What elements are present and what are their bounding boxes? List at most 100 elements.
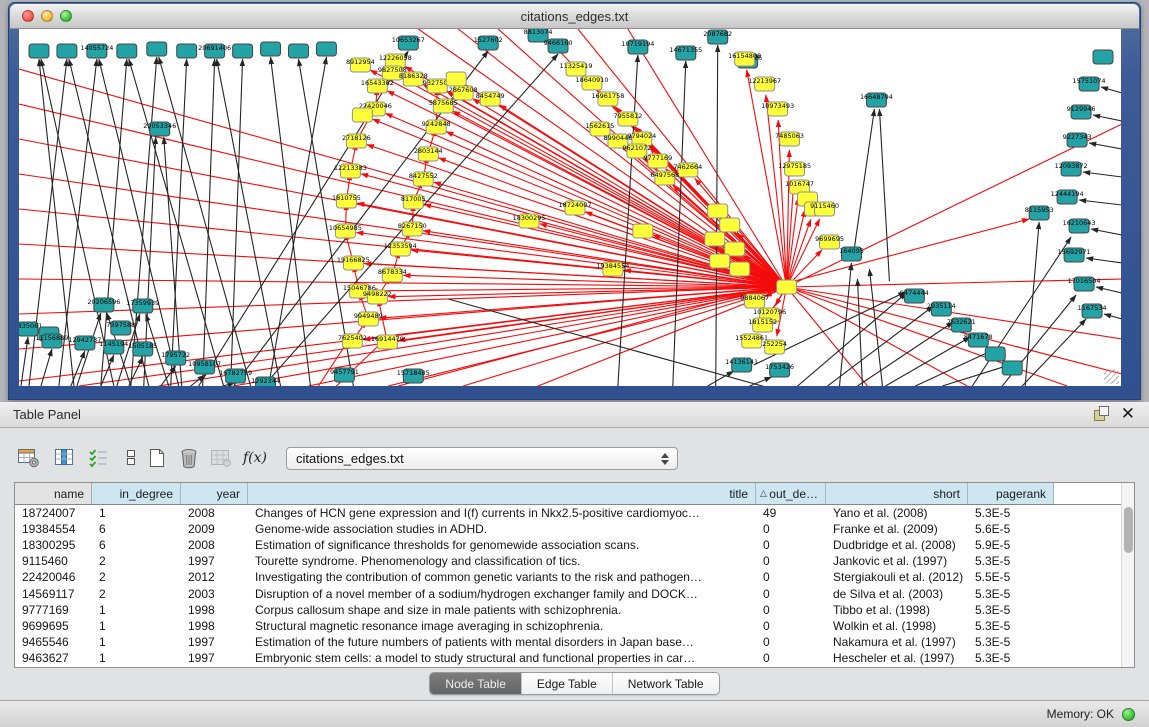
graph-node[interactable]: 8115953 — [1025, 206, 1054, 220]
column-header-short[interactable]: short — [826, 483, 968, 504]
graph-node[interactable]: 19166825 — [337, 256, 370, 270]
close-panel-icon[interactable]: ✕ — [1121, 406, 1135, 421]
graph-node[interactable]: 1815152 — [748, 318, 777, 332]
table-row[interactable]: 2242004622012Investigating the contribut… — [15, 569, 1134, 585]
table-settings-button[interactable] — [14, 444, 44, 472]
graph-node[interactable] — [985, 347, 1005, 361]
graph-node[interactable]: 12444194 — [1051, 190, 1084, 204]
graph-node[interactable]: 10719194 — [621, 40, 654, 54]
graph-node[interactable]: 2718126 — [342, 134, 371, 148]
graph-node[interactable] — [57, 44, 77, 58]
function-builder-button[interactable]: f(x) — [240, 444, 270, 472]
graph-node[interactable]: 9227343 — [1063, 133, 1092, 147]
graph-node[interactable] — [177, 44, 197, 58]
table-row[interactable]: 1830029562008Estimation of significance … — [15, 537, 1134, 553]
graph-node[interactable]: 16210643 — [1063, 219, 1096, 233]
tab-node-table[interactable]: Node Table — [430, 673, 521, 694]
graph-node[interactable]: 20691406 — [198, 44, 231, 58]
graph-node[interactable]: 9129946 — [1067, 105, 1096, 119]
graph-node[interactable] — [233, 44, 253, 58]
graph-node[interactable]: 14055724 — [80, 44, 113, 58]
graph-node[interactable]: 6497568 — [650, 171, 679, 185]
graph-node[interactable]: 1527602 — [474, 36, 503, 50]
graph-node[interactable]: 7397588 — [106, 321, 135, 335]
graph-node[interactable]: 7632621 — [947, 318, 976, 332]
column-header-out_de[interactable]: △out_de… — [756, 483, 826, 504]
graph-node[interactable] — [710, 254, 730, 268]
merge-table-button[interactable] — [206, 444, 236, 472]
graph-node[interactable] — [29, 44, 49, 58]
graph-node[interactable]: 16543382 — [361, 79, 394, 93]
table-row[interactable]: 969969511998Structural magnetic resonanc… — [15, 618, 1134, 634]
close-window-button[interactable] — [22, 10, 34, 22]
graph-node[interactable] — [352, 108, 372, 122]
graph-node[interactable]: 16648794 — [860, 93, 893, 107]
graph-node[interactable]: 8267150 — [398, 222, 427, 236]
graph-node[interactable] — [705, 232, 725, 246]
table-source-select[interactable]: citations_edges.txt — [286, 447, 678, 470]
graph-node[interactable]: 12213383 — [334, 164, 367, 178]
graph-node[interactable] — [730, 262, 750, 276]
show-column-button[interactable] — [50, 444, 80, 472]
graph-node[interactable]: 2935114 — [927, 302, 956, 316]
graph-node[interactable]: 10973493 — [761, 102, 794, 116]
graph-node[interactable]: 9457791 — [330, 368, 359, 382]
graph-node[interactable]: 8427552 — [409, 172, 438, 186]
graph-node[interactable]: 10654985 — [329, 224, 362, 238]
new-table-button[interactable] — [142, 444, 172, 472]
zoom-window-button[interactable] — [60, 10, 72, 22]
graph-node[interactable] — [446, 72, 466, 86]
table-scrollbar-thumb[interactable] — [1124, 507, 1133, 553]
graph-node[interactable] — [1002, 361, 1022, 375]
graph-node[interactable]: 1795722 — [161, 351, 190, 365]
graph-node[interactable]: 8912954 — [346, 58, 375, 72]
graph-node[interactable] — [289, 44, 309, 58]
table-row[interactable]: 946554611997Estimation of the future num… — [15, 634, 1134, 650]
graph-node[interactable]: 9474444 — [900, 289, 929, 303]
graph-node[interactable]: 12213967 — [748, 77, 781, 91]
graph-node[interactable]: 9777169 — [643, 154, 672, 168]
graph-node[interactable]: 10653267 — [392, 36, 425, 50]
graph-node[interactable]: 10958107 — [188, 360, 221, 374]
column-header-name[interactable]: name — [15, 483, 92, 504]
graph-node[interactable]: 18640910 — [575, 76, 608, 90]
graph-node[interactable]: 12975185 — [778, 162, 811, 176]
graph-node[interactable]: 2867608 — [449, 86, 478, 100]
graph-node[interactable]: 9115460 — [810, 202, 839, 216]
network-graph[interactable]: 1405572420691406106532671527602881307494… — [19, 29, 1121, 386]
graph-node[interactable]: 16782759 — [219, 369, 252, 383]
graph-node[interactable]: 14671355 — [669, 46, 702, 60]
table-row[interactable]: 1456911722003Disruption of a novel membe… — [15, 585, 1134, 601]
graph-node[interactable]: 9949489 — [354, 312, 383, 326]
graph-node[interactable]: 14136141 — [725, 358, 758, 372]
graph-node[interactable] — [316, 42, 336, 56]
graph-node[interactable]: 5875685 — [429, 99, 458, 113]
graph-node[interactable]: 817005 — [401, 195, 426, 209]
graph-node[interactable]: 252254 — [762, 340, 787, 354]
column-header-year[interactable]: year — [181, 483, 248, 504]
import-table-button[interactable] — [84, 444, 114, 472]
column-header-title[interactable]: title — [248, 483, 756, 504]
minimize-window-button[interactable] — [41, 10, 53, 22]
graph-node[interactable] — [147, 42, 167, 56]
window-titlebar[interactable]: citations_edges.txt — [10, 4, 1139, 29]
graph-node[interactable]: 7625402 — [338, 334, 367, 348]
graph-node[interactable] — [777, 280, 797, 294]
graph-node[interactable]: 17359939 — [126, 299, 159, 313]
graph-node[interactable]: 16914479 — [371, 335, 404, 349]
tab-network-table[interactable]: Network Table — [612, 673, 719, 694]
graph-node[interactable]: 1505185 — [128, 342, 157, 356]
graph-node[interactable]: 7955812 — [613, 112, 642, 126]
table-row[interactable]: 977716911998Corpus callosum shape and si… — [15, 602, 1134, 618]
table-scrollbar[interactable] — [1121, 483, 1134, 667]
graph-node[interactable]: 20053346 — [143, 122, 176, 136]
graph-node[interactable]: 9884067 — [740, 294, 769, 308]
graph-node[interactable] — [708, 204, 728, 218]
graph-node[interactable]: 1292344 — [251, 377, 280, 386]
graph-node[interactable]: 8678334 — [378, 268, 407, 282]
graph-node[interactable] — [1093, 50, 1113, 64]
window-resize-grip[interactable] — [1104, 369, 1119, 384]
graph-node[interactable] — [633, 224, 653, 238]
delete-table-button[interactable] — [174, 444, 204, 472]
graph-node[interactable]: 164095 — [839, 247, 864, 261]
